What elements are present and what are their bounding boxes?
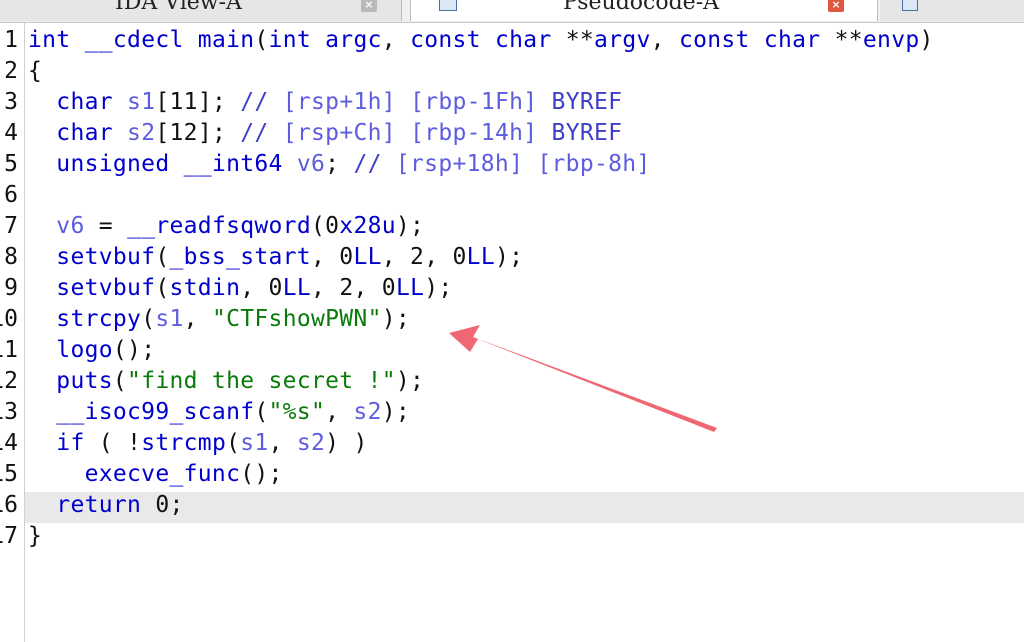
line-number: 14 [0, 430, 18, 456]
code-line[interactable]: { [28, 56, 42, 87]
code-line[interactable]: setvbuf(stdin, 0LL, 2, 0LL); [28, 273, 453, 304]
code-line[interactable]: if ( !strcmp(s1, s2) ) [28, 428, 368, 459]
line-number: 4 [4, 120, 18, 146]
line-number: 16 [0, 492, 18, 518]
tab-hex-view[interactable] [880, 0, 1024, 21]
code-line[interactable]: strcpy(s1, "CTFshowPWN"); [28, 304, 410, 335]
line-number: 2 [4, 58, 18, 84]
pseudocode-editor[interactable]: int __cdecl main(int argc, const char **… [25, 23, 1024, 642]
code-line[interactable]: } [28, 521, 42, 552]
pseudocode-icon [439, 0, 457, 11]
code-line[interactable]: setvbuf(_bss_start, 0LL, 2, 0LL); [28, 242, 523, 273]
line-number-gutter: 1 2 3 4 5 6 7 8 9 10 11 12 13 14 15 16 1… [0, 23, 25, 642]
line-number: 8 [4, 244, 18, 270]
line-number: 17 [0, 523, 18, 549]
code-line[interactable]: int __cdecl main(int argc, const char **… [28, 25, 934, 56]
close-icon[interactable]: × [828, 0, 844, 12]
code-line[interactable]: return 0; [28, 490, 184, 521]
tab-ida-view-a[interactable]: IDA View-A × [0, 0, 402, 21]
code-line[interactable]: execve_func(); [28, 459, 283, 490]
line-number: 6 [4, 182, 18, 208]
tab-pseudocode-a[interactable]: Pseudocode-A × [410, 0, 878, 21]
line-number: 12 [0, 368, 18, 394]
tab-label: Pseudocode-A [563, 0, 720, 15]
line-number: 3 [4, 89, 18, 115]
line-number: 9 [4, 275, 18, 301]
code-line[interactable]: char s2[12]; // [rsp+Ch] [rbp-14h] BYREF [28, 118, 622, 149]
tab-bar: IDA View-A × Pseudocode-A × [0, 0, 1024, 23]
line-number: 7 [4, 213, 18, 239]
code-line[interactable]: unsigned __int64 v6; // [rsp+18h] [rbp-8… [28, 149, 651, 180]
line-number: 13 [0, 399, 18, 425]
line-number: 11 [0, 337, 18, 363]
close-icon[interactable]: × [361, 0, 377, 12]
code-line[interactable]: logo(); [28, 335, 155, 366]
code-line[interactable]: __isoc99_scanf("%s", s2); [28, 397, 410, 428]
code-line[interactable]: char s1[11]; // [rsp+1h] [rbp-1Fh] BYREF [28, 87, 622, 118]
code-line[interactable]: puts("find the secret !"); [28, 366, 424, 397]
code-line[interactable]: v6 = __readfsqword(0x28u); [28, 211, 424, 242]
line-number: 5 [4, 151, 18, 177]
line-number: 10 [0, 306, 18, 332]
hex-view-icon [902, 0, 918, 11]
line-number: 15 [0, 461, 18, 487]
line-number: 1 [4, 27, 18, 53]
tab-label: IDA View-A [115, 0, 242, 15]
